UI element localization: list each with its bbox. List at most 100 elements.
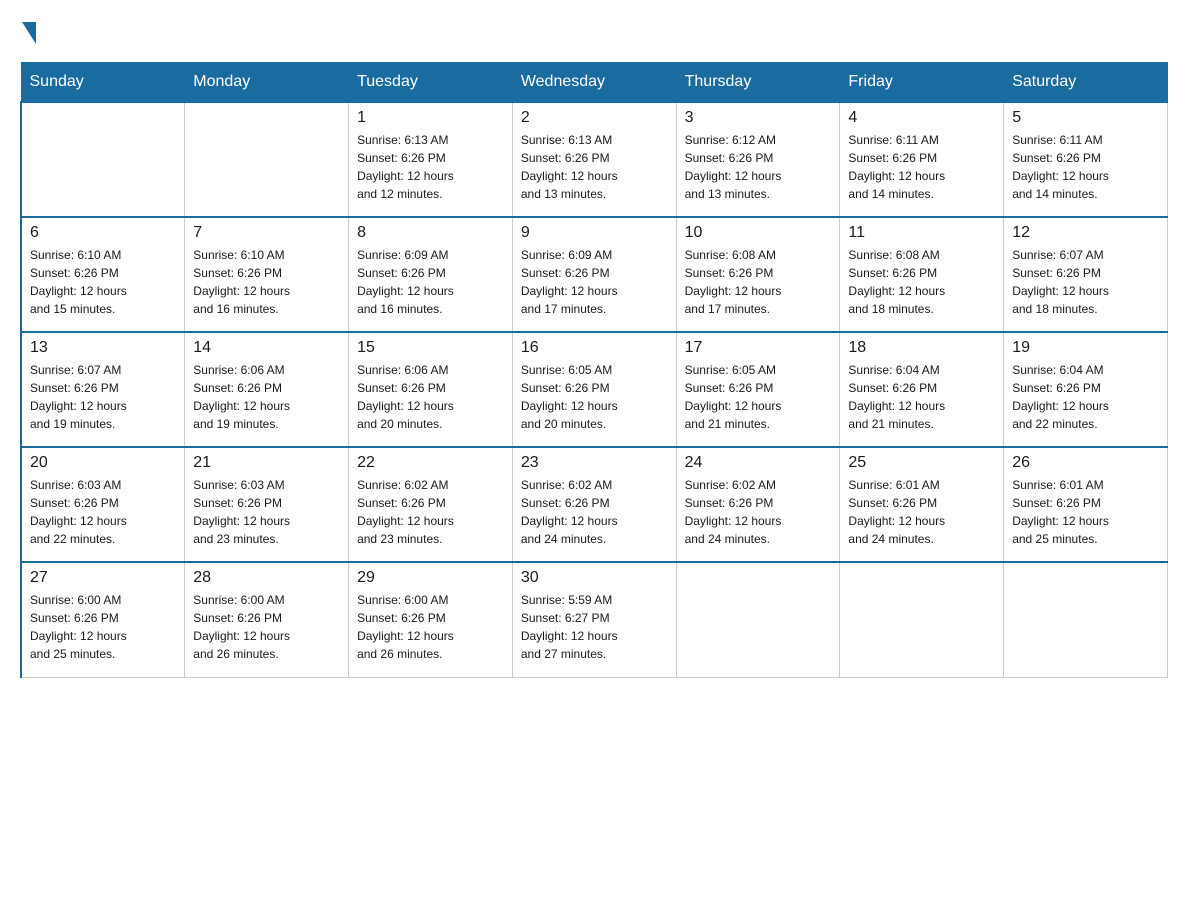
day-number: 28 (193, 569, 340, 587)
column-header-sunday: Sunday (21, 63, 185, 103)
day-cell: 27 Sunrise: 6:00 AM Sunset: 6:26 PM Dayli… (21, 562, 185, 677)
day-cell (676, 562, 840, 677)
day-cell: 5 Sunrise: 6:11 AM Sunset: 6:26 PM Daylig… (1004, 102, 1168, 217)
column-header-wednesday: Wednesday (512, 63, 676, 103)
day-cell (1004, 562, 1168, 677)
column-header-friday: Friday (840, 63, 1004, 103)
week-row-4: 20 Sunrise: 6:03 AM Sunset: 6:26 PM Dayli… (21, 447, 1168, 562)
day-cell: 23 Sunrise: 6:02 AM Sunset: 6:26 PM Dayli… (512, 447, 676, 562)
day-number: 26 (1012, 454, 1159, 472)
day-cell: 7 Sunrise: 6:10 AM Sunset: 6:26 PM Daylig… (185, 217, 349, 332)
day-number: 18 (848, 339, 995, 357)
day-info: Sunrise: 6:04 AM Sunset: 6:26 PM Dayligh… (848, 361, 995, 433)
day-number: 3 (685, 109, 832, 127)
day-number: 20 (30, 454, 176, 472)
column-header-monday: Monday (185, 63, 349, 103)
day-cell: 26 Sunrise: 6:01 AM Sunset: 6:26 PM Dayli… (1004, 447, 1168, 562)
day-number: 24 (685, 454, 832, 472)
day-info: Sunrise: 6:03 AM Sunset: 6:26 PM Dayligh… (193, 476, 340, 548)
calendar-table: SundayMondayTuesdayWednesdayThursdayFrid… (20, 62, 1168, 678)
day-number: 4 (848, 109, 995, 127)
day-info: Sunrise: 6:02 AM Sunset: 6:26 PM Dayligh… (521, 476, 668, 548)
day-number: 27 (30, 569, 176, 587)
day-cell (840, 562, 1004, 677)
day-info: Sunrise: 6:02 AM Sunset: 6:26 PM Dayligh… (357, 476, 504, 548)
day-cell: 11 Sunrise: 6:08 AM Sunset: 6:26 PM Dayli… (840, 217, 1004, 332)
day-cell: 28 Sunrise: 6:00 AM Sunset: 6:26 PM Dayli… (185, 562, 349, 677)
day-number: 16 (521, 339, 668, 357)
day-number: 5 (1012, 109, 1159, 127)
day-info: Sunrise: 6:12 AM Sunset: 6:26 PM Dayligh… (685, 131, 832, 203)
day-info: Sunrise: 6:11 AM Sunset: 6:26 PM Dayligh… (848, 131, 995, 203)
day-info: Sunrise: 6:01 AM Sunset: 6:26 PM Dayligh… (1012, 476, 1159, 548)
day-info: Sunrise: 6:05 AM Sunset: 6:26 PM Dayligh… (685, 361, 832, 433)
column-header-tuesday: Tuesday (349, 63, 513, 103)
day-info: Sunrise: 6:13 AM Sunset: 6:26 PM Dayligh… (357, 131, 504, 203)
day-number: 19 (1012, 339, 1159, 357)
day-cell: 10Sunrise: 6:08 AM Sunset: 6:26 PM Dayli… (676, 217, 840, 332)
day-cell: 18 Sunrise: 6:04 AM Sunset: 6:26 PM Dayli… (840, 332, 1004, 447)
day-info: Sunrise: 6:10 AM Sunset: 6:26 PM Dayligh… (30, 246, 176, 318)
day-number: 8 (357, 224, 504, 242)
day-number: 11 (848, 224, 995, 242)
day-info: Sunrise: 6:06 AM Sunset: 6:26 PM Dayligh… (357, 361, 504, 433)
day-cell: 20 Sunrise: 6:03 AM Sunset: 6:26 PM Dayli… (21, 447, 185, 562)
day-cell: 12 Sunrise: 6:07 AM Sunset: 6:26 PM Dayli… (1004, 217, 1168, 332)
header-row: SundayMondayTuesdayWednesdayThursdayFrid… (21, 63, 1168, 103)
page-header (20, 20, 1168, 42)
day-cell: 6 Sunrise: 6:10 AM Sunset: 6:26 PM Daylig… (21, 217, 185, 332)
column-header-saturday: Saturday (1004, 63, 1168, 103)
day-cell: 24 Sunrise: 6:02 AM Sunset: 6:26 PM Dayli… (676, 447, 840, 562)
day-number: 2 (521, 109, 668, 127)
day-info: Sunrise: 6:02 AM Sunset: 6:26 PM Dayligh… (685, 476, 832, 548)
day-cell: 1 Sunrise: 6:13 AM Sunset: 6:26 PM Daylig… (349, 102, 513, 217)
day-number: 10 (685, 224, 832, 242)
day-cell: 3 Sunrise: 6:12 AM Sunset: 6:26 PM Daylig… (676, 102, 840, 217)
day-cell: 2 Sunrise: 6:13 AM Sunset: 6:26 PM Daylig… (512, 102, 676, 217)
logo (20, 20, 38, 42)
day-cell: 16Sunrise: 6:05 AM Sunset: 6:26 PM Dayli… (512, 332, 676, 447)
day-cell: 9Sunrise: 6:09 AM Sunset: 6:26 PM Daylig… (512, 217, 676, 332)
day-info: Sunrise: 6:07 AM Sunset: 6:26 PM Dayligh… (1012, 246, 1159, 318)
day-cell: 14Sunrise: 6:06 AM Sunset: 6:26 PM Dayli… (185, 332, 349, 447)
logo-triangle-icon (22, 22, 36, 44)
day-cell: 4 Sunrise: 6:11 AM Sunset: 6:26 PM Daylig… (840, 102, 1004, 217)
day-cell: 15 Sunrise: 6:06 AM Sunset: 6:26 PM Dayli… (349, 332, 513, 447)
day-info: Sunrise: 6:00 AM Sunset: 6:26 PM Dayligh… (357, 591, 504, 663)
day-number: 1 (357, 109, 504, 127)
day-number: 14 (193, 339, 340, 357)
day-cell: 29Sunrise: 6:00 AM Sunset: 6:26 PM Dayli… (349, 562, 513, 677)
day-number: 12 (1012, 224, 1159, 242)
day-number: 25 (848, 454, 995, 472)
day-cell (185, 102, 349, 217)
day-number: 7 (193, 224, 340, 242)
day-info: Sunrise: 6:00 AM Sunset: 6:26 PM Dayligh… (30, 591, 176, 663)
week-row-2: 6 Sunrise: 6:10 AM Sunset: 6:26 PM Daylig… (21, 217, 1168, 332)
day-info: Sunrise: 6:13 AM Sunset: 6:26 PM Dayligh… (521, 131, 668, 203)
day-info: Sunrise: 6:10 AM Sunset: 6:26 PM Dayligh… (193, 246, 340, 318)
day-cell: 25Sunrise: 6:01 AM Sunset: 6:26 PM Dayli… (840, 447, 1004, 562)
day-info: Sunrise: 6:07 AM Sunset: 6:26 PM Dayligh… (30, 361, 176, 433)
day-info: Sunrise: 6:08 AM Sunset: 6:26 PM Dayligh… (848, 246, 995, 318)
day-cell: 21 Sunrise: 6:03 AM Sunset: 6:26 PM Dayli… (185, 447, 349, 562)
day-cell: 8 Sunrise: 6:09 AM Sunset: 6:26 PM Daylig… (349, 217, 513, 332)
day-info: Sunrise: 6:04 AM Sunset: 6:26 PM Dayligh… (1012, 361, 1159, 433)
day-info: Sunrise: 6:11 AM Sunset: 6:26 PM Dayligh… (1012, 131, 1159, 203)
day-cell (21, 102, 185, 217)
day-number: 13 (30, 339, 176, 357)
day-cell: 19 Sunrise: 6:04 AM Sunset: 6:26 PM Dayli… (1004, 332, 1168, 447)
day-info: Sunrise: 6:00 AM Sunset: 6:26 PM Dayligh… (193, 591, 340, 663)
day-number: 6 (30, 224, 176, 242)
day-info: Sunrise: 6:03 AM Sunset: 6:26 PM Dayligh… (30, 476, 176, 548)
day-number: 21 (193, 454, 340, 472)
day-number: 22 (357, 454, 504, 472)
day-cell: 17Sunrise: 6:05 AM Sunset: 6:26 PM Dayli… (676, 332, 840, 447)
day-info: Sunrise: 6:09 AM Sunset: 6:26 PM Dayligh… (357, 246, 504, 318)
week-row-5: 27 Sunrise: 6:00 AM Sunset: 6:26 PM Dayli… (21, 562, 1168, 677)
day-number: 23 (521, 454, 668, 472)
day-cell: 30 Sunrise: 5:59 AM Sunset: 6:27 PM Dayli… (512, 562, 676, 677)
day-info: Sunrise: 5:59 AM Sunset: 6:27 PM Dayligh… (521, 591, 668, 663)
day-number: 30 (521, 569, 668, 587)
day-cell: 22 Sunrise: 6:02 AM Sunset: 6:26 PM Dayli… (349, 447, 513, 562)
day-number: 15 (357, 339, 504, 357)
